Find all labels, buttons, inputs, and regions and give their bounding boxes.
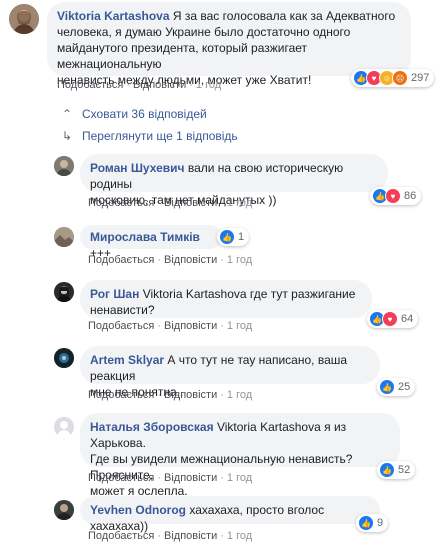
reply-link[interactable]: Відповісти xyxy=(164,389,217,401)
reactions-summary[interactable]: 👍 9 xyxy=(356,514,389,532)
reply-link[interactable]: Відповісти xyxy=(164,320,217,332)
reply-link[interactable]: Відповісти xyxy=(164,197,217,209)
show-more-replies-link[interactable]: ↳ Переглянути ще 1 відповідь xyxy=(60,129,238,143)
user-photo-icon xyxy=(9,4,39,34)
comment-text: человека, я думаю Украине было достаточн… xyxy=(57,25,351,39)
reply-link[interactable]: Відповісти xyxy=(164,254,217,266)
reply-author[interactable]: Yevhen Odnorog xyxy=(90,503,186,517)
user-photo-icon xyxy=(54,227,74,247)
like-link[interactable]: Подобається xyxy=(88,197,154,209)
reaction-count: 9 xyxy=(377,517,384,529)
reply-bubble: Роман Шухевич вали на свою историческую … xyxy=(80,154,388,207)
like-link[interactable]: Подобається xyxy=(88,389,154,401)
reply-actions: Подобається · Відповісти · 1 год xyxy=(88,472,253,484)
comment-actions: Подобається · Відповісти · 1 год xyxy=(57,79,222,91)
show-more-label: Переглянути ще 1 відповідь xyxy=(82,129,238,143)
user-photo-icon xyxy=(54,348,74,368)
love-reaction-icon: ♥ xyxy=(382,311,398,327)
like-reaction-icon: 👍 xyxy=(219,229,235,245)
like-reaction-icon: 👍 xyxy=(379,379,395,395)
reply-link[interactable]: Відповісти xyxy=(164,530,217,542)
timestamp[interactable]: 1 год xyxy=(227,320,252,332)
reply-bubble: Наталья Зборовская Viktoria Kartashova я… xyxy=(80,413,400,498)
hide-replies-label: Сховати 36 відповідей xyxy=(82,107,207,121)
like-reaction-icon: 👍 xyxy=(379,462,395,478)
comment-author[interactable]: Viktoria Kartashova xyxy=(57,9,170,23)
reply-bubble: Yevhen Odnorog хахахаха, просто вголос х… xyxy=(80,496,380,533)
reply-author[interactable]: Мирослава Тимків xyxy=(90,230,200,244)
reactions-summary[interactable]: 👍 25 xyxy=(377,378,416,396)
timestamp[interactable]: 1 год xyxy=(227,197,252,209)
reply-arrow-icon: ↳ xyxy=(61,129,73,143)
timestamp[interactable]: 1 год xyxy=(227,254,252,266)
comment-text: майданутого президента, который разжигае… xyxy=(57,41,308,71)
reply-actions: Подобається · Відповісти · 1 год xyxy=(88,389,253,401)
user-photo-icon xyxy=(54,156,74,176)
like-link[interactable]: Подобається xyxy=(88,472,154,484)
reply-author[interactable]: Наталья Зборовская xyxy=(90,420,214,434)
reaction-count: 25 xyxy=(398,381,411,393)
reply-actions: Подобається · Відповісти · 1 год xyxy=(88,197,253,209)
reply-author[interactable]: Роман Шухевич xyxy=(90,161,185,175)
reaction-count: 297 xyxy=(411,72,430,84)
comment-text: Я за вас голосовала как за Адекватного xyxy=(172,9,396,23)
reply-text: ненависти? xyxy=(90,303,155,317)
reply-actions: Подобається · Відповісти · 1 год xyxy=(88,530,253,542)
reactions-summary[interactable]: 👍 ♥ 64 xyxy=(367,310,419,328)
reply-bubble: Мирослава Тимків +++ xyxy=(80,225,222,260)
reply-text: Viktoria Kartashova где тут разжигание xyxy=(142,287,356,301)
avatar[interactable] xyxy=(9,4,39,34)
avatar[interactable] xyxy=(54,500,74,520)
reaction-count: 64 xyxy=(401,313,414,325)
avatar[interactable] xyxy=(54,282,74,302)
like-link[interactable]: Подобається xyxy=(88,530,154,542)
timestamp[interactable]: 1 год xyxy=(196,79,221,91)
like-link[interactable]: Подобається xyxy=(88,320,154,332)
reply-link[interactable]: Відповісти xyxy=(133,79,186,91)
reactions-summary[interactable]: 👍 ♥ 86 xyxy=(370,187,422,205)
reaction-count: 86 xyxy=(404,190,417,202)
reply-bubble: Artem Sklyar А что тут не тау написано, … xyxy=(80,346,380,399)
reactions-summary[interactable]: 👍 1 xyxy=(217,228,250,246)
avatar[interactable] xyxy=(54,156,74,176)
timestamp[interactable]: 1 год xyxy=(227,530,252,542)
avatar[interactable] xyxy=(54,348,74,368)
timestamp[interactable]: 1 год xyxy=(227,472,252,484)
like-link[interactable]: Подобається xyxy=(88,254,154,266)
reply-author[interactable]: Рог Шан xyxy=(90,287,139,301)
reaction-count: 52 xyxy=(398,464,411,476)
reply-link[interactable]: Відповісти xyxy=(164,472,217,484)
reply-bubble: Рог Шан Viktoria Kartashova где тут разж… xyxy=(80,280,372,318)
like-reaction-icon: 👍 xyxy=(358,515,374,531)
reply-actions: Подобається · Відповісти · 1 год xyxy=(88,254,253,266)
comment-bubble: Viktoria Kartashova Я за вас голосовала … xyxy=(47,2,411,87)
user-photo-icon xyxy=(54,282,74,302)
timestamp[interactable]: 1 год xyxy=(227,389,252,401)
user-photo-icon xyxy=(54,500,74,520)
reaction-count: 1 xyxy=(238,231,245,243)
chevron-up-icon: ⌃ xyxy=(61,107,73,121)
reactions-summary[interactable]: 👍 ♥ ☺ ☹ 297 xyxy=(351,69,435,87)
hide-replies-link[interactable]: ⌃ Сховати 36 відповідей xyxy=(60,107,207,121)
love-reaction-icon: ♥ xyxy=(385,188,401,204)
avatar[interactable] xyxy=(54,417,74,437)
avatar[interactable] xyxy=(54,227,74,247)
reply-author[interactable]: Artem Sklyar xyxy=(90,353,164,367)
reactions-summary[interactable]: 👍 52 xyxy=(377,461,416,479)
default-avatar-icon xyxy=(54,417,74,437)
angry-reaction-icon: ☹ xyxy=(392,70,408,86)
like-link[interactable]: Подобається xyxy=(57,79,123,91)
reply-actions: Подобається · Відповісти · 1 год xyxy=(88,320,253,332)
